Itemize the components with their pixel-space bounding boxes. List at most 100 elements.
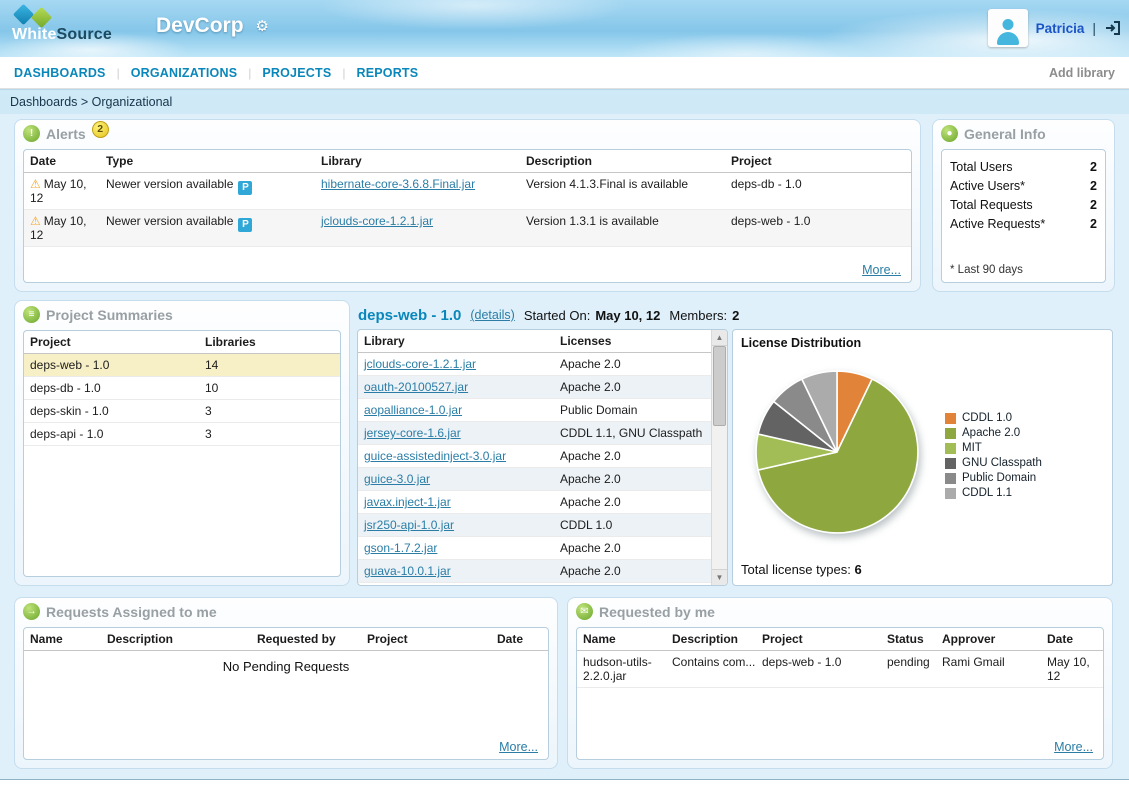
scroll-up-button[interactable]: ▲ (712, 330, 727, 346)
scroll-thumb[interactable] (713, 346, 726, 426)
library-link[interactable]: guava-10.0.1.jar (364, 564, 451, 578)
library-table-box: Library Licenses jclouds-core-1.2.1.jar A… (357, 329, 728, 586)
project-libraries-cell: 14 (199, 354, 340, 377)
alert-project: deps-web - 1.0 (725, 210, 911, 247)
warning-icon: ⚠ (30, 214, 41, 228)
legend-item: MIT (945, 442, 1042, 454)
document-icon: ≡ (23, 306, 40, 323)
request-row: hudson-utils-2.2.0.jar Contains com... d… (577, 651, 1103, 688)
library-link[interactable]: gson-1.7.2.jar (364, 541, 437, 555)
project-summary-row[interactable]: deps-api - 1.0 3 (24, 423, 340, 446)
project-name-cell[interactable]: deps-web - 1.0 (24, 354, 199, 377)
library-licenses: CDDL 1.0 (554, 514, 712, 537)
alert-library-link[interactable]: hibernate-core-3.6.8.Final.jar (321, 177, 475, 191)
members-value: 2 (732, 308, 739, 323)
alerts-header-row: Date Type Library Description Project (24, 150, 911, 173)
logo-text: WhiteSource (12, 26, 112, 44)
logout-icon[interactable] (1104, 20, 1121, 36)
request-description: Contains com... (666, 651, 756, 688)
general-info-title: General Info (964, 125, 1046, 143)
library-link[interactable]: oauth-20100527.jar (364, 380, 468, 394)
org-area: DevCorp ⚙ (156, 14, 269, 38)
library-row: jsr250-api-1.0.jar CDDL 1.0 (358, 514, 712, 537)
project-summaries-table-container: Project Libraries deps-web - 1.0 14 deps… (23, 330, 341, 577)
library-link[interactable]: jclouds-core-1.2.1.jar (364, 357, 476, 371)
library-row: jsr305-1.3.9.jarApache 2.0 (358, 583, 712, 586)
library-row: guice-3.0.jarApache 2.0 (358, 468, 712, 491)
legend-label: CDDL 1.0 (962, 412, 1012, 424)
scroll-down-button[interactable]: ▼ (712, 569, 727, 585)
library-link[interactable]: jsr250-api-1.0.jar (364, 518, 454, 532)
legend-label: Public Domain (962, 472, 1036, 484)
legend-item: CDDL 1.0 (945, 412, 1042, 424)
alerts-col-library: Library (315, 150, 520, 173)
nav-item-projects[interactable]: PROJECTS (262, 66, 331, 80)
legend-label: Apache 2.0 (962, 427, 1020, 439)
rbm-col-description: Description (666, 628, 756, 651)
alert-library-link[interactable]: jclouds-core-1.2.1.jar (321, 214, 433, 228)
req-col-requested-by: Requested by (251, 628, 361, 651)
requests-assigned-panel: → Requests Assigned to me Name Descripti… (14, 597, 558, 769)
requested-by-me-table: Name Description Project Status Approver… (577, 628, 1103, 688)
alerts-title: Alerts (46, 125, 86, 143)
avatar[interactable] (988, 9, 1028, 47)
library-link[interactable]: aopalliance-1.0.jar (364, 403, 462, 417)
license-distribution-title: License Distribution (741, 336, 861, 350)
whitesource-logo[interactable]: WhiteSource (12, 4, 112, 44)
nav-separator: | (248, 66, 251, 80)
project-summary-row[interactable]: deps-skin - 1.0 3 (24, 400, 340, 423)
nav-separator: | (342, 66, 345, 80)
library-col-library: Library (358, 330, 554, 353)
nav-item-organizations[interactable]: ORGANIZATIONS (131, 66, 238, 80)
project-name-cell[interactable]: deps-skin - 1.0 (24, 400, 199, 423)
request-project: deps-web - 1.0 (756, 651, 881, 688)
rbm-col-name: Name (577, 628, 666, 651)
project-summary-row[interactable]: deps-web - 1.0 14 (24, 354, 340, 377)
person-icon (996, 19, 1020, 45)
org-name: DevCorp (156, 14, 244, 38)
add-library-button[interactable]: Add library (1049, 66, 1115, 80)
project-libraries-cell: 3 (199, 423, 340, 446)
project-summaries-header-row: Project Libraries (24, 331, 340, 354)
project-name-cell[interactable]: deps-api - 1.0 (24, 423, 199, 446)
request-name: hudson-utils-2.2.0.jar (577, 651, 666, 688)
library-licenses: Apache 2.0 (554, 445, 712, 468)
requests-assigned-more-link[interactable]: More... (499, 740, 538, 754)
library-link[interactable]: guice-3.0.jar (364, 472, 430, 486)
license-total: Total license types: 6 (741, 562, 862, 577)
legend-item: CDDL 1.1 (945, 487, 1042, 499)
legend-label: CDDL 1.1 (962, 487, 1012, 499)
project-details-link[interactable]: (details) (470, 308, 514, 322)
library-link[interactable]: guice-assistedinject-3.0.jar (364, 449, 506, 463)
stat-value: 2 (1090, 196, 1097, 215)
stat-row: Active Users*2 (950, 177, 1097, 196)
nav-item-reports[interactable]: REPORTS (356, 66, 418, 80)
alert-type: Newer version available (106, 177, 233, 191)
library-header-row: Library Licenses (358, 330, 712, 353)
alerts-more-link[interactable]: More... (862, 263, 901, 277)
project-summary-row[interactable]: deps-db - 1.0 10 (24, 377, 340, 400)
license-total-value: 6 (854, 562, 861, 577)
user-name-link[interactable]: Patricia (1036, 21, 1085, 36)
library-licenses: Apache 2.0 (554, 353, 712, 376)
license-total-label: Total license types: (741, 562, 851, 577)
library-link[interactable]: jersey-core-1.6.jar (364, 426, 461, 440)
library-link[interactable]: javax.inject-1.jar (364, 495, 451, 509)
breadcrumb: Dashboards > Organizational (0, 89, 1129, 114)
breadcrumb-text[interactable]: Dashboards > Organizational (10, 95, 172, 109)
request-approver: Rami Gmail (936, 651, 1041, 688)
gear-icon[interactable]: ⚙ (256, 17, 269, 35)
library-scrollbar[interactable]: ▲ ▼ (711, 330, 727, 585)
logo-text-source: Source (57, 26, 112, 43)
requests-assigned-table-container: Name Description Requested by Project Da… (23, 627, 549, 760)
project-name-cell[interactable]: deps-db - 1.0 (24, 377, 199, 400)
alert-description: Version 4.1.3.Final is available (520, 173, 725, 210)
globe-icon: ● (941, 125, 958, 142)
no-pending-requests-message: No Pending Requests (24, 659, 548, 674)
requested-by-me-more-link[interactable]: More... (1054, 740, 1093, 754)
stat-label: Total Requests (950, 196, 1033, 215)
nav-item-dashboards[interactable]: DASHBOARDS (14, 66, 106, 80)
alerts-panel: ! Alerts 2 Date Type Library Description… (14, 119, 921, 292)
alerts-col-type: Type (100, 150, 315, 173)
project-libraries-cell: 10 (199, 377, 340, 400)
